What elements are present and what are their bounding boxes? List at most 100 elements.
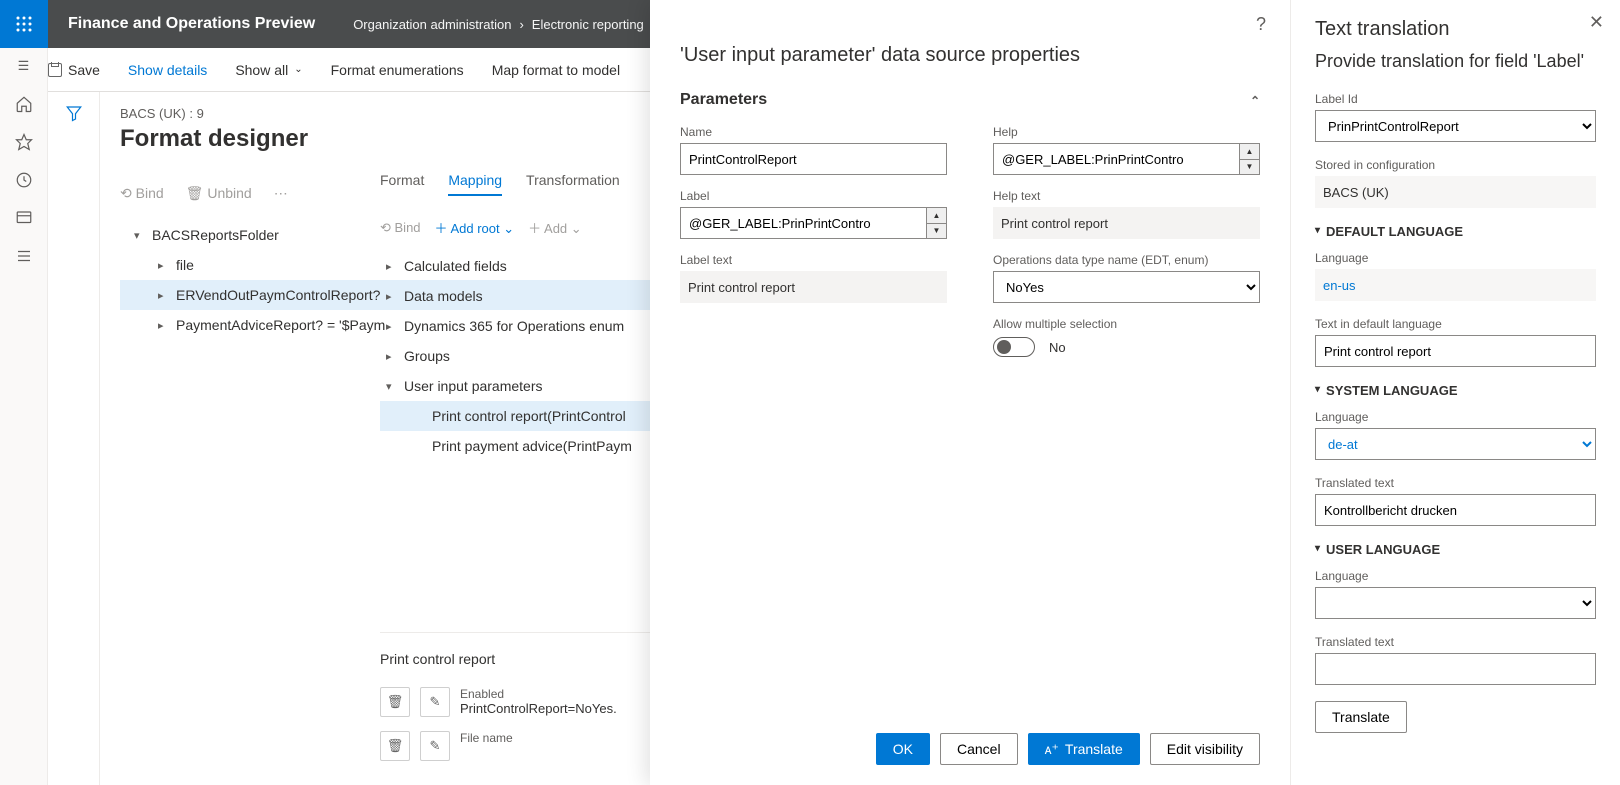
datasource-node[interactable]: ▾User input parameters (380, 371, 650, 401)
mapping-tabs: Format Mapping Transformation (380, 172, 650, 196)
binding-title: Print control report (380, 651, 650, 667)
allowmulti-field: Allow multiple selection No (993, 317, 1260, 357)
section-system-language[interactable]: SYSTEM LANGUAGE (1315, 383, 1596, 398)
delete-icon[interactable]: 🗑 (380, 731, 410, 761)
translate-button[interactable]: ᴀ⁺Translate (1028, 733, 1140, 765)
breadcrumb-item[interactable]: Electronic reporting (532, 17, 644, 32)
chevron-down-icon: ⌄ (294, 64, 302, 75)
caret-icon: ▸ (158, 259, 176, 272)
designer-subtitle: BACS (UK) : 9 (120, 106, 650, 121)
user-text-input[interactable] (1315, 653, 1596, 685)
link-icon: ⟲ (120, 185, 132, 201)
recent-icon[interactable] (14, 170, 34, 190)
more-icon[interactable]: ⋯ (274, 185, 288, 202)
system-text-input[interactable] (1315, 494, 1596, 526)
caret-icon: ▸ (386, 290, 404, 303)
labeltext-field: Label text Print control report (680, 253, 947, 303)
labeltext-value: Print control report (680, 271, 947, 303)
edit-icon[interactable]: ✎ (420, 687, 450, 717)
map-format-to-model-button[interactable]: Map format to model (492, 62, 620, 78)
add-root-button[interactable]: ＋ Add root ⌄ (435, 218, 515, 237)
app-brand: Finance and Operations Preview (48, 15, 335, 33)
user-language-select[interactable] (1315, 587, 1596, 619)
caret-icon: ▸ (158, 289, 176, 302)
datasource-node[interactable]: ▸Calculated fields (380, 251, 650, 281)
binding-row: 🗑✎EnabledPrintControlReport=NoYes. (380, 687, 650, 717)
label-field: Label ▲▼ (680, 189, 947, 239)
add-button[interactable]: ＋ Add ⌄ (528, 218, 582, 237)
translation-subtitle: Provide translation for field 'Label' (1315, 51, 1596, 72)
translate-icon: ᴀ⁺ (1045, 741, 1059, 758)
help-field: Help ▲▼ (993, 125, 1260, 175)
app-launcher-icon[interactable] (0, 0, 48, 48)
chevron-right-icon: › (519, 17, 523, 32)
name-field: Name (680, 125, 947, 175)
save-icon (48, 63, 62, 77)
filter-column (48, 92, 100, 785)
close-icon[interactable]: ✕ (1589, 12, 1604, 33)
star-icon[interactable] (14, 132, 34, 152)
section-default-language[interactable]: DEFAULT LANGUAGE (1315, 224, 1596, 239)
panel-title: 'User input parameter' data source prope… (680, 44, 1260, 67)
breadcrumb-item[interactable]: Organization administration (353, 17, 511, 32)
ok-button[interactable]: OK (876, 733, 930, 765)
stored-config: BACS (UK) (1315, 176, 1596, 208)
translate-run-button[interactable]: Translate (1315, 701, 1407, 733)
hamburger-icon[interactable]: ☰ (14, 56, 34, 76)
caret-icon: ▸ (386, 260, 404, 273)
help-icon[interactable]: ? (1256, 14, 1266, 35)
section-header-parameters[interactable]: Parameters ⌄ (680, 91, 1260, 109)
datasource-node[interactable]: ▸Data models (380, 281, 650, 311)
page-title: Format designer (120, 125, 650, 153)
datasource-node[interactable]: Print control report(PrintControl (380, 401, 650, 431)
breadcrumb: Organization administration › Electronic… (335, 17, 644, 32)
caret-icon: ▾ (134, 229, 152, 242)
funnel-icon[interactable] (65, 104, 83, 785)
show-details-button[interactable]: Show details (128, 62, 207, 78)
home-icon[interactable] (14, 94, 34, 114)
designer-panel: BACS (UK) : 9 Format designer ⟲ Bind 🗑 U… (100, 92, 650, 785)
allowmulti-toggle[interactable] (993, 337, 1035, 357)
caret-icon: ▾ (386, 380, 404, 393)
chevron-up-icon: ⌄ (1250, 93, 1260, 107)
save-button[interactable]: Save (48, 62, 100, 78)
caret-icon: ▸ (386, 350, 404, 363)
spinner-icon[interactable]: ▲▼ (1239, 144, 1259, 174)
datasource-node[interactable]: Print payment advice(PrintPaym (380, 431, 650, 461)
tab-format[interactable]: Format (380, 172, 424, 196)
default-text-input[interactable] (1315, 335, 1596, 367)
spinner-icon[interactable]: ▲▼ (926, 208, 946, 238)
translation-panel: ✕ Text translation Provide translation f… (1290, 0, 1620, 785)
binding-row: 🗑✎File name (380, 731, 650, 761)
format-enumerations-button[interactable]: Format enumerations (331, 62, 464, 78)
workspace-icon[interactable] (14, 208, 34, 228)
default-language[interactable]: en-us (1315, 269, 1596, 301)
bind-button[interactable]: ⟲ Bind (120, 185, 164, 202)
cancel-button[interactable]: Cancel (940, 733, 1018, 765)
bind-button[interactable]: ⟲ Bind (380, 220, 421, 236)
datasource-node[interactable]: ▸Dynamics 365 for Operations enum (380, 311, 650, 341)
show-all-button[interactable]: Show all⌄ (235, 62, 302, 78)
modules-icon[interactable] (14, 246, 34, 266)
delete-icon[interactable]: 🗑 (380, 687, 410, 717)
help-input[interactable] (993, 143, 1260, 175)
tab-transformations[interactable]: Transformation (526, 172, 620, 196)
translation-title: Text translation (1315, 18, 1596, 41)
unbind-button[interactable]: 🗑 Unbind (186, 185, 252, 202)
section-user-language[interactable]: USER LANGUAGE (1315, 542, 1596, 557)
datasource-node[interactable]: ▸Groups (380, 341, 650, 371)
trash-icon: 🗑 (186, 185, 204, 201)
opstype-select[interactable]: NoYes (993, 271, 1260, 303)
allowmulti-value: No (1049, 340, 1066, 355)
tab-mapping[interactable]: Mapping (448, 172, 502, 196)
edit-visibility-button[interactable]: Edit visibility (1150, 733, 1260, 765)
edit-icon[interactable]: ✎ (420, 731, 450, 761)
helptext-value: Print control report (993, 207, 1260, 239)
opstype-field: Operations data type name (EDT, enum) No… (993, 253, 1260, 303)
label-input[interactable] (680, 207, 947, 239)
properties-panel: ? 'User input parameter' data source pro… (650, 0, 1290, 785)
properties-footer: OK Cancel ᴀ⁺Translate Edit visibility (876, 733, 1260, 765)
labelid-select[interactable]: PrinPrintControlReport (1315, 110, 1596, 142)
name-input[interactable] (680, 143, 947, 175)
system-language-select[interactable]: de-at (1315, 428, 1596, 460)
